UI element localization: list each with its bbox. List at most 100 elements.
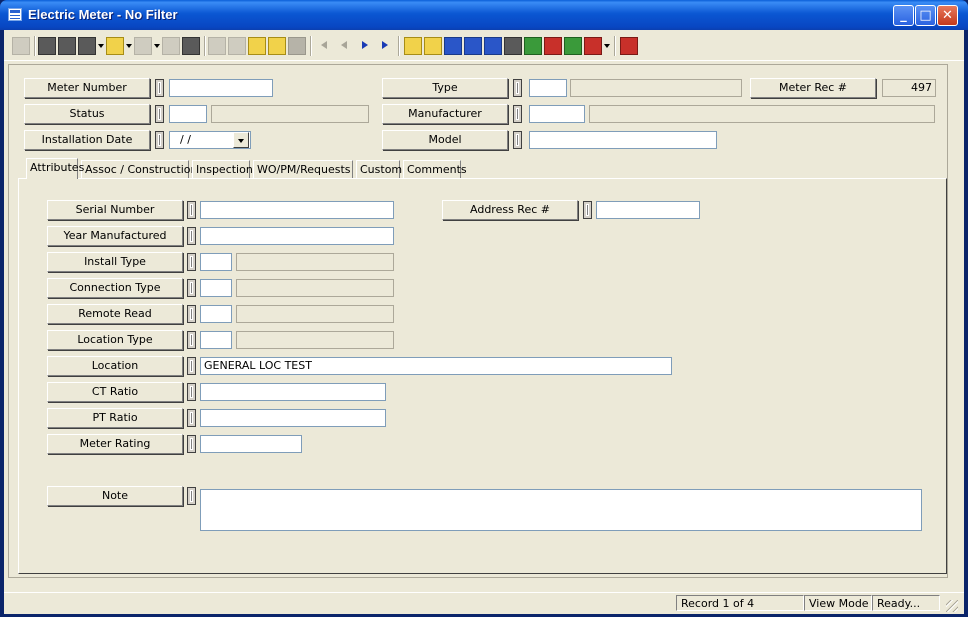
field-indicator: [155, 131, 164, 149]
toolbox-icon[interactable]: [544, 37, 562, 55]
location-type-code-field[interactable]: [200, 331, 232, 349]
type-description-field: [570, 79, 742, 97]
meter-rating-label[interactable]: Meter Rating: [47, 434, 183, 454]
title-bar[interactable]: Electric Meter - No Filter _ □ ✕: [0, 0, 968, 30]
field-indicator: [187, 201, 196, 219]
address-rec-field[interactable]: [596, 201, 700, 219]
report-dropdown-arrow[interactable]: [154, 44, 160, 48]
goto-arrow-icon[interactable]: [404, 37, 422, 55]
tab-assoc-construction[interactable]: Assoc / Construction: [81, 160, 198, 178]
meter-number-field[interactable]: [169, 79, 273, 97]
print-preview-icon[interactable]: [58, 37, 76, 55]
toolbar-separator: [310, 36, 311, 56]
installation-date-label[interactable]: Installation Date: [24, 130, 150, 150]
toolbar-separator: [614, 36, 615, 56]
resize-grip-icon[interactable]: [946, 600, 958, 612]
remote-read-label[interactable]: Remote Read: [47, 304, 183, 324]
field-indicator: [187, 435, 196, 453]
meter-rating-field[interactable]: [200, 435, 302, 453]
ct-ratio-label[interactable]: CT Ratio: [47, 382, 183, 402]
book-dropdown-arrow[interactable]: [604, 44, 610, 48]
location-field[interactable]: GENERAL LOC TEST: [200, 357, 672, 375]
new-record-icon[interactable]: [248, 37, 266, 55]
connection-type-label[interactable]: Connection Type: [47, 278, 183, 298]
model-label[interactable]: Model: [382, 130, 508, 150]
ct-ratio-field[interactable]: [200, 383, 386, 401]
next-record-icon[interactable]: [356, 37, 374, 55]
toolbar: [4, 32, 964, 61]
map-icon[interactable]: [484, 37, 502, 55]
date-dropdown-button[interactable]: [233, 132, 249, 148]
field-indicator: [583, 201, 592, 219]
edit-pencil-icon[interactable]: [268, 37, 286, 55]
status-bar: Record 1 of 4 View Mode Ready...: [4, 592, 964, 614]
tab-custom[interactable]: Custom: [356, 160, 402, 178]
year-manufactured-label[interactable]: Year Manufactured: [47, 226, 183, 246]
calculator-icon[interactable]: [504, 37, 522, 55]
tab-wo-pm-requests[interactable]: WO/PM/Requests: [253, 160, 353, 178]
meter-number-label[interactable]: Meter Number: [24, 78, 150, 98]
status-code-field[interactable]: [169, 105, 207, 123]
related-records-icon[interactable]: [444, 37, 462, 55]
note-textarea[interactable]: [200, 489, 922, 531]
copy-record-icon[interactable]: [182, 37, 200, 55]
cut-scissors-icon[interactable]: [288, 37, 306, 55]
note-label[interactable]: Note: [47, 486, 183, 506]
filter-dropdown-arrow[interactable]: [126, 44, 132, 48]
year-manufactured-field[interactable]: [200, 227, 394, 245]
toolbar-separator: [398, 36, 399, 56]
field-indicator: [513, 105, 522, 123]
connection-type-code-field[interactable]: [200, 279, 232, 297]
last-record-icon[interactable]: [376, 37, 394, 55]
serial-number-label[interactable]: Serial Number: [47, 200, 183, 220]
exit-icon[interactable]: [620, 37, 638, 55]
install-type-code-field[interactable]: [200, 253, 232, 271]
minimize-button[interactable]: _: [893, 5, 914, 26]
pt-ratio-field[interactable]: [200, 409, 386, 427]
maximize-button[interactable]: □: [915, 5, 936, 26]
status-text: Ready...: [872, 595, 940, 611]
location-label[interactable]: Location: [47, 356, 183, 376]
install-type-label[interactable]: Install Type: [47, 252, 183, 272]
tab-attributes[interactable]: Attributes: [26, 158, 84, 179]
status-label[interactable]: Status: [24, 104, 150, 124]
book-icon[interactable]: [584, 37, 602, 55]
meter-rec-label[interactable]: Meter Rec #: [750, 78, 876, 98]
previous-record-icon: [336, 37, 354, 55]
close-button[interactable]: ✕: [937, 5, 958, 26]
grid-table-icon[interactable]: [564, 37, 582, 55]
field-indicator: [187, 357, 196, 375]
remote-read-code-field[interactable]: [200, 305, 232, 323]
close-icon: ✕: [942, 8, 953, 23]
lightning-icon[interactable]: [424, 37, 442, 55]
model-field[interactable]: [529, 131, 717, 149]
grid-view-icon[interactable]: [12, 37, 30, 55]
connection-type-description-field: [236, 279, 394, 297]
type-label[interactable]: Type: [382, 78, 508, 98]
manufacturer-code-field[interactable]: [529, 105, 585, 123]
pt-ratio-label[interactable]: PT Ratio: [47, 408, 183, 428]
type-code-field[interactable]: [529, 79, 567, 97]
meter-rec-field: 497: [882, 79, 936, 97]
manufacturer-label[interactable]: Manufacturer: [382, 104, 508, 124]
hierarchy-icon[interactable]: [464, 37, 482, 55]
report-icon[interactable]: [134, 37, 152, 55]
field-indicator: [187, 227, 196, 245]
tab-comments[interactable]: Comments: [403, 160, 467, 178]
field-indicator: [155, 105, 164, 123]
delete-icon: [228, 37, 246, 55]
print-icon[interactable]: [38, 37, 56, 55]
field-indicator: [187, 383, 196, 401]
filter-icon[interactable]: [106, 37, 124, 55]
address-rec-label[interactable]: Address Rec #: [442, 200, 578, 220]
search-binoculars-icon[interactable]: [78, 37, 96, 55]
location-type-label[interactable]: Location Type: [47, 330, 183, 350]
spreadsheet-icon[interactable]: [524, 37, 542, 55]
search-dropdown-arrow[interactable]: [98, 44, 104, 48]
field-indicator: [155, 79, 164, 97]
minimize-icon: _: [900, 8, 907, 23]
first-record-icon: [316, 37, 334, 55]
serial-number-field[interactable]: [200, 201, 394, 219]
tab-inspection[interactable]: Inspection: [192, 160, 253, 178]
field-indicator: [513, 131, 522, 149]
